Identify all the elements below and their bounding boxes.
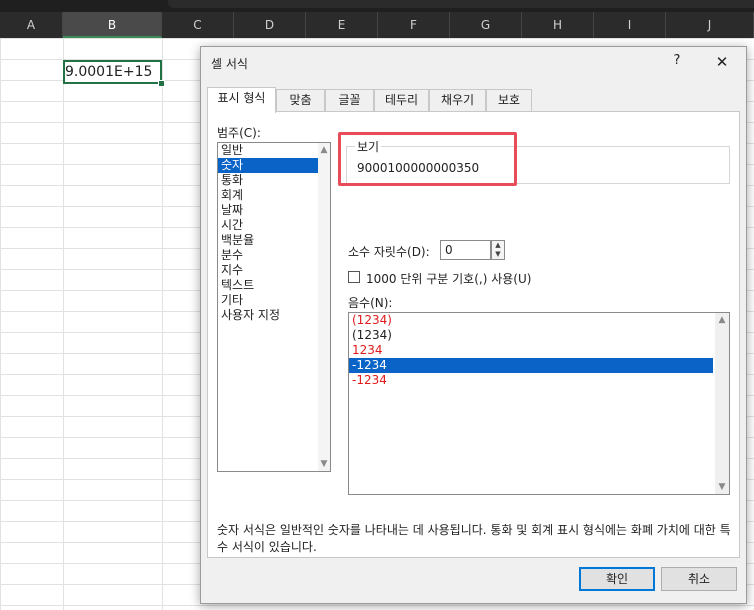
negative-format-item[interactable]: (1234): [349, 313, 713, 328]
column-header-g[interactable]: G: [450, 12, 522, 38]
column-header-c[interactable]: C: [162, 12, 234, 38]
grid-line: [162, 38, 163, 610]
cancel-button[interactable]: 취소: [661, 567, 737, 591]
close-button[interactable]: ✕: [711, 51, 733, 73]
scroll-down-icon[interactable]: ▼: [715, 480, 729, 494]
column-header-i[interactable]: I: [594, 12, 666, 38]
formula-bar-area: [168, 0, 754, 8]
ok-button[interactable]: 확인: [579, 567, 655, 591]
column-header-a[interactable]: A: [0, 12, 63, 38]
number-tab-panel: 범주(C): 일반 숫자 통화 회계 날짜 시간 백분율 분수 지수 텍스트 기…: [207, 111, 740, 558]
column-header-j[interactable]: J: [666, 12, 754, 38]
negative-format-item-selected[interactable]: -1234: [349, 358, 713, 373]
title-bar: [0, 0, 754, 12]
dialog-title: 셀 서식: [211, 57, 248, 71]
highlight-annotation: [338, 132, 517, 186]
category-item-text[interactable]: 텍스트: [218, 278, 330, 293]
spin-down-icon[interactable]: ▼: [492, 250, 504, 259]
negative-format-item[interactable]: 1234: [349, 343, 713, 358]
tab-alignment[interactable]: 맞춤: [276, 89, 325, 111]
column-header-e[interactable]: E: [306, 12, 378, 38]
category-item-number[interactable]: 숫자: [218, 158, 320, 173]
negative-numbers-list[interactable]: (1234) (1234) 1234 -1234 -1234 ▲ ▼: [348, 312, 730, 495]
column-header-d[interactable]: D: [234, 12, 306, 38]
tab-fill[interactable]: 채우기: [429, 89, 486, 111]
scroll-up-icon[interactable]: ▲: [318, 143, 330, 157]
category-label: 범주(C):: [217, 126, 261, 140]
thousands-separator-label[interactable]: 1000 단위 구분 기호(,) 사용(U): [366, 270, 531, 287]
negative-numbers-label: 음수(N):: [348, 296, 393, 310]
category-scrollbar[interactable]: ▲ ▼: [318, 143, 330, 471]
tab-protection[interactable]: 보호: [486, 89, 532, 111]
close-icon: ✕: [715, 53, 729, 71]
negative-format-item[interactable]: (1234): [349, 328, 713, 343]
category-list[interactable]: 일반 숫자 통화 회계 날짜 시간 백분율 분수 지수 텍스트 기타 사용자 지…: [217, 142, 331, 472]
category-item-accounting[interactable]: 회계: [218, 188, 330, 203]
format-description: 숫자 서식은 일반적인 숫자를 나타내는 데 사용됩니다. 통화 및 회계 표시…: [217, 523, 731, 554]
active-cell-b2[interactable]: 9.0001E+15: [63, 60, 162, 84]
tab-font[interactable]: 글꼴: [325, 89, 374, 111]
category-item-special[interactable]: 기타: [218, 293, 330, 308]
column-header-b[interactable]: B: [63, 12, 162, 38]
scroll-down-icon[interactable]: ▼: [318, 457, 330, 471]
negative-format-item[interactable]: -1234: [349, 373, 713, 388]
spin-up-icon[interactable]: ▲: [492, 241, 504, 250]
decimal-places-input[interactable]: 0: [440, 240, 491, 260]
decimal-places-spinner[interactable]: ▲ ▼: [491, 240, 505, 260]
tab-number[interactable]: 표시 형식: [207, 87, 276, 113]
help-button[interactable]: ?: [669, 53, 685, 71]
fill-handle[interactable]: [158, 80, 165, 87]
category-item-time[interactable]: 시간: [218, 218, 330, 233]
category-item-general[interactable]: 일반: [218, 143, 330, 158]
scroll-up-icon[interactable]: ▲: [715, 313, 729, 327]
grid-line: [63, 38, 64, 610]
format-cells-dialog: 셀 서식 ? ✕ 표시 형식 맞춤 글꼴 테두리 채우기 보호 범주(C): 일…: [200, 46, 747, 604]
category-item-currency[interactable]: 통화: [218, 173, 330, 188]
negative-list-scrollbar[interactable]: ▲ ▼: [715, 313, 729, 494]
column-header-h[interactable]: H: [522, 12, 594, 38]
thousands-separator-checkbox[interactable]: [348, 271, 360, 283]
category-item-date[interactable]: 날짜: [218, 203, 330, 218]
decimal-places-label: 소수 자릿수(D):: [348, 245, 430, 259]
category-item-scientific[interactable]: 지수: [218, 263, 330, 278]
column-header-bar: A B C D E F G H I J: [0, 12, 754, 38]
category-item-fraction[interactable]: 분수: [218, 248, 330, 263]
category-item-percentage[interactable]: 백분율: [218, 233, 330, 248]
category-item-custom[interactable]: 사용자 지정: [218, 308, 330, 323]
tab-border[interactable]: 테두리: [374, 89, 429, 111]
column-header-f[interactable]: F: [378, 12, 450, 38]
